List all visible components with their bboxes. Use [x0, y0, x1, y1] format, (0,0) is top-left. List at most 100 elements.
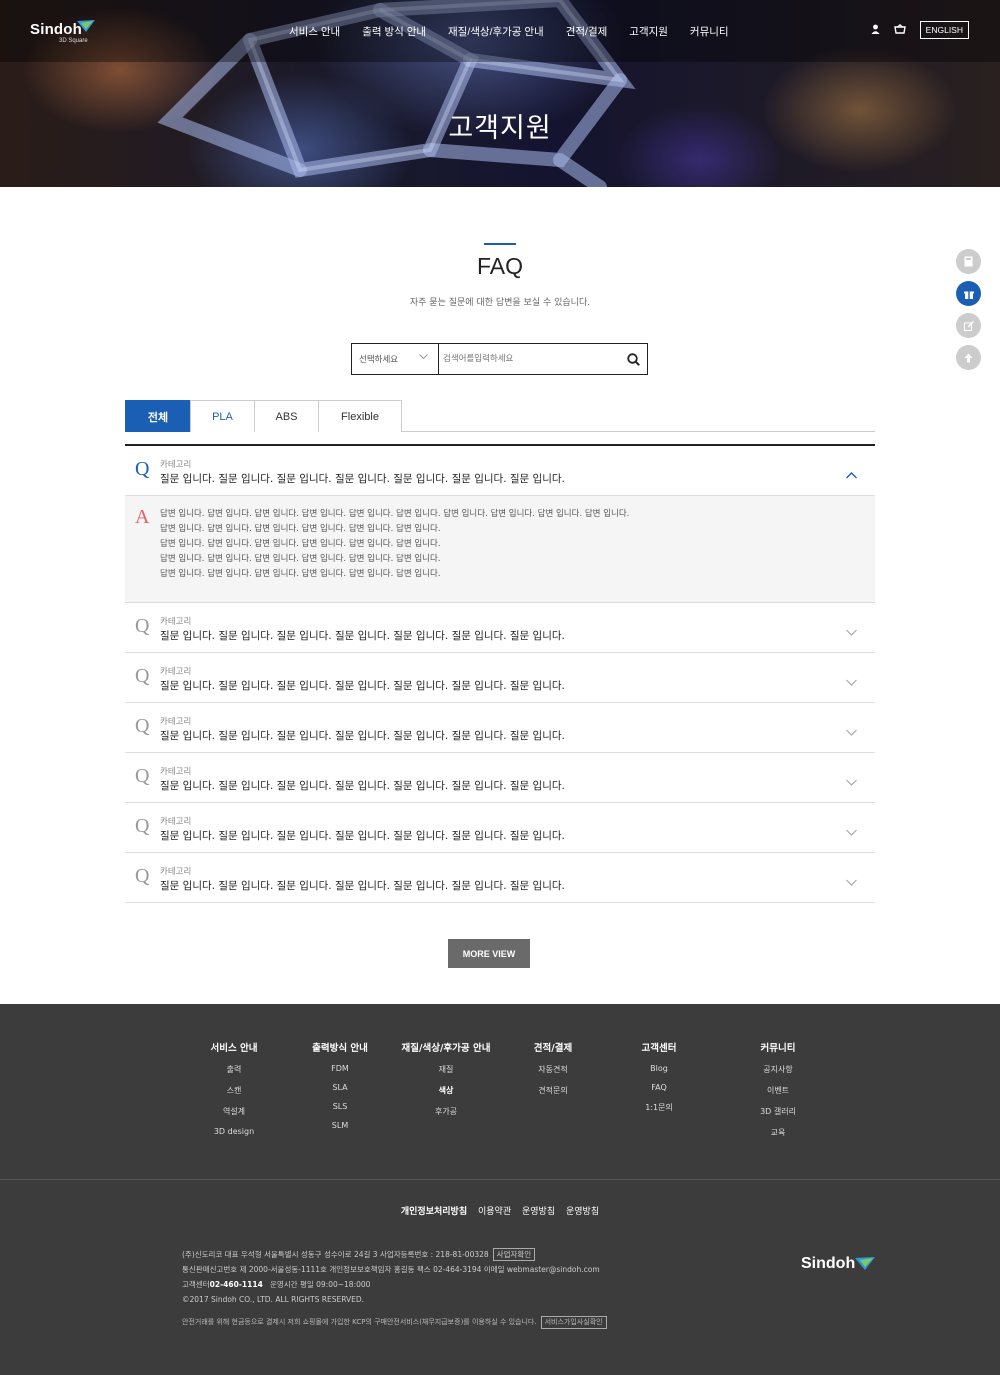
q-letter: Q	[135, 665, 150, 687]
footer-link[interactable]: FAQ	[629, 1083, 689, 1092]
footer-policy-links: 개인정보처리방침 이용약관 운영방침 운영방침	[0, 1204, 1000, 1217]
footer-link[interactable]: 스캔	[204, 1085, 264, 1096]
search-input[interactable]	[439, 344, 619, 374]
answer-text: 답변 입니다. 답변 입니다. 답변 입니다. 답변 입니다. 답변 입니다. …	[160, 507, 629, 582]
gift-icon[interactable]	[956, 281, 981, 306]
footer-link[interactable]: 출력	[204, 1064, 264, 1075]
faq-question: 질문 입니다. 질문 입니다. 질문 입니다. 질문 입니다. 질문 입니다. …	[160, 880, 565, 892]
footer-link[interactable]: 3D 갤러리	[748, 1106, 808, 1117]
nav-quote[interactable]: 견적/결제	[566, 24, 608, 39]
calculator-icon[interactable]	[956, 249, 981, 274]
faq-item[interactable]: Q 카테고리 질문 입니다. 질문 입니다. 질문 입니다. 질문 입니다. 질…	[125, 703, 875, 753]
footer-link[interactable]: SLA	[305, 1083, 375, 1092]
tab-abs[interactable]: ABS	[254, 400, 319, 432]
search-icon	[626, 352, 640, 366]
nav-print-method[interactable]: 출력 방식 안내	[362, 24, 426, 39]
footer: 서비스 안내 출력 스캔 역설계 3D design 출력방식 안내 FDM S…	[0, 1004, 1000, 1375]
footer-link[interactable]: SLS	[305, 1102, 375, 1111]
cart-icon[interactable]	[893, 23, 906, 37]
nav-material[interactable]: 재질/색상/후가공 안내	[448, 24, 544, 39]
q-letter: Q	[135, 815, 150, 837]
english-button[interactable]: ENGLISH	[919, 21, 969, 39]
faq-item[interactable]: Q 카테고리 질문 입니다. 질문 입니다. 질문 입니다. 질문 입니다. 질…	[125, 803, 875, 853]
support-phone: 02-460-1114	[209, 1280, 263, 1289]
footer-link[interactable]: 색상	[396, 1085, 496, 1096]
footer-col-title: 견적/결제	[533, 1043, 573, 1054]
q-letter: Q	[135, 865, 150, 887]
footer-link[interactable]: SLM	[305, 1121, 375, 1130]
footer-link[interactable]: 역설계	[204, 1106, 264, 1117]
footer-logo-text: Sindoh	[801, 1255, 856, 1272]
footer-link[interactable]: 후가공	[396, 1106, 496, 1117]
logo-subtext: 3D Square	[59, 38, 88, 44]
faq-category: 카테고리	[160, 817, 192, 827]
answer-line: 답변 입니다. 답변 입니다. 답변 입니다. 답변 입니다. 답변 입니다. …	[160, 569, 441, 579]
footer-link[interactable]: 공지사항	[748, 1064, 808, 1075]
faq-question: 질문 입니다. 질문 입니다. 질문 입니다. 질문 입니다. 질문 입니다. …	[160, 680, 565, 692]
chevron-down-icon[interactable]	[846, 821, 857, 840]
logo-text: Sindoh	[30, 21, 83, 38]
footer-link[interactable]: 교육	[748, 1127, 808, 1138]
user-icon[interactable]	[871, 24, 880, 37]
info-label: 고객센터	[182, 1280, 210, 1289]
footer-col-title: 출력방식 안내	[312, 1043, 368, 1054]
category-select[interactable]: 선택하세요	[352, 344, 439, 374]
faq-item[interactable]: Q 카테고리 질문 입니다. 질문 입니다. 질문 입니다. 질문 입니다. 질…	[125, 653, 875, 703]
terms-link[interactable]: 이용약관	[478, 1207, 511, 1217]
nav-community[interactable]: 커뮤니티	[690, 24, 729, 39]
hero-title: 고객지원	[448, 113, 552, 144]
faq-item[interactable]: Q 카테고리 질문 입니다. 질문 입니다. 질문 입니다. 질문 입니다. 질…	[125, 853, 875, 903]
chevron-down-icon[interactable]	[846, 621, 857, 640]
footer-link[interactable]: Blog	[629, 1064, 689, 1073]
chevron-down-icon	[419, 353, 428, 363]
edit-icon[interactable]	[956, 313, 981, 338]
tab-flexible[interactable]: Flexible	[318, 400, 402, 432]
faq-search: 선택하세요	[351, 343, 648, 375]
tab-pla[interactable]: PLA	[190, 400, 255, 432]
arrow-up-icon[interactable]	[956, 345, 981, 370]
privacy-policy-link[interactable]: 개인정보처리방침	[401, 1207, 467, 1217]
chevron-down-icon[interactable]	[846, 721, 857, 740]
faq-item[interactable]: Q 카테고리 질문 입니다. 질문 입니다. 질문 입니다. 질문 입니다. 질…	[125, 446, 875, 496]
escrow-check-button[interactable]: 서비스가입사실확인	[540, 1316, 607, 1329]
section-title-bar	[484, 243, 516, 245]
faq-item[interactable]: Q 카테고리 질문 입니다. 질문 입니다. 질문 입니다. 질문 입니다. 질…	[125, 753, 875, 803]
business-check-button[interactable]: 사업자확인	[492, 1248, 536, 1261]
footer-link[interactable]: 1:1문의	[629, 1102, 689, 1113]
q-letter: Q	[135, 765, 150, 787]
operation-policy-link[interactable]: 운영방침	[522, 1207, 555, 1217]
footer-link[interactable]: 견적문의	[523, 1085, 583, 1096]
site-logo[interactable]: Sindoh 3D Square	[30, 19, 95, 44]
search-button[interactable]	[619, 344, 647, 374]
chevron-up-icon[interactable]	[846, 464, 857, 483]
chevron-down-icon[interactable]	[846, 671, 857, 690]
faq-category: 카테고리	[160, 717, 192, 727]
faq-item[interactable]: Q 카테고리 질문 입니다. 질문 입니다. 질문 입니다. 질문 입니다. 질…	[125, 603, 875, 653]
footer-link[interactable]: 자동견적	[523, 1064, 583, 1075]
chevron-down-icon[interactable]	[846, 871, 857, 890]
footer-link[interactable]: 재질	[396, 1064, 496, 1075]
faq-answer: A 답변 입니다. 답변 입니다. 답변 입니다. 답변 입니다. 답변 입니다…	[125, 496, 875, 603]
footer-link[interactable]: 3D design	[204, 1127, 264, 1136]
faq-category: 카테고리	[160, 867, 192, 877]
logo-mark-icon	[855, 1257, 875, 1270]
footer-link[interactable]: 이벤트	[748, 1085, 808, 1096]
operating-hours: 운영시간 평일 09:00~18:000	[269, 1280, 371, 1289]
q-letter: Q	[135, 458, 150, 480]
faq-category: 카테고리	[160, 767, 192, 777]
copyright: ©2017 Sindoh CO., LTD. ALL RIGHTS RESERV…	[182, 1295, 365, 1304]
more-view-button[interactable]: MORE VIEW	[448, 939, 530, 968]
footer-divider	[0, 1179, 1000, 1180]
tab-all[interactable]: 전체	[125, 400, 191, 432]
footer-col-quote: 견적/결제 자동견적 견적문의	[523, 1040, 583, 1096]
footer-col-title: 고객센터	[641, 1043, 677, 1054]
nav-service[interactable]: 서비스 안내	[289, 24, 340, 39]
page-description: 자주 묻는 질문에 대한 답변을 보실 수 있습니다.	[409, 298, 591, 308]
answer-line: 답변 입니다. 답변 입니다. 답변 입니다. 답변 입니다. 답변 입니다. …	[160, 554, 441, 564]
footer-link[interactable]: FDM	[305, 1064, 375, 1073]
faq-question: 질문 입니다. 질문 입니다. 질문 입니다. 질문 입니다. 질문 입니다. …	[160, 780, 565, 792]
operation-policy-link[interactable]: 운영방침	[566, 1207, 599, 1217]
nav-support[interactable]: 고객지원	[629, 24, 668, 39]
chevron-down-icon[interactable]	[846, 771, 857, 790]
footer-col-material: 재질/색상/후가공 안내 재질 색상 후가공	[396, 1040, 496, 1117]
